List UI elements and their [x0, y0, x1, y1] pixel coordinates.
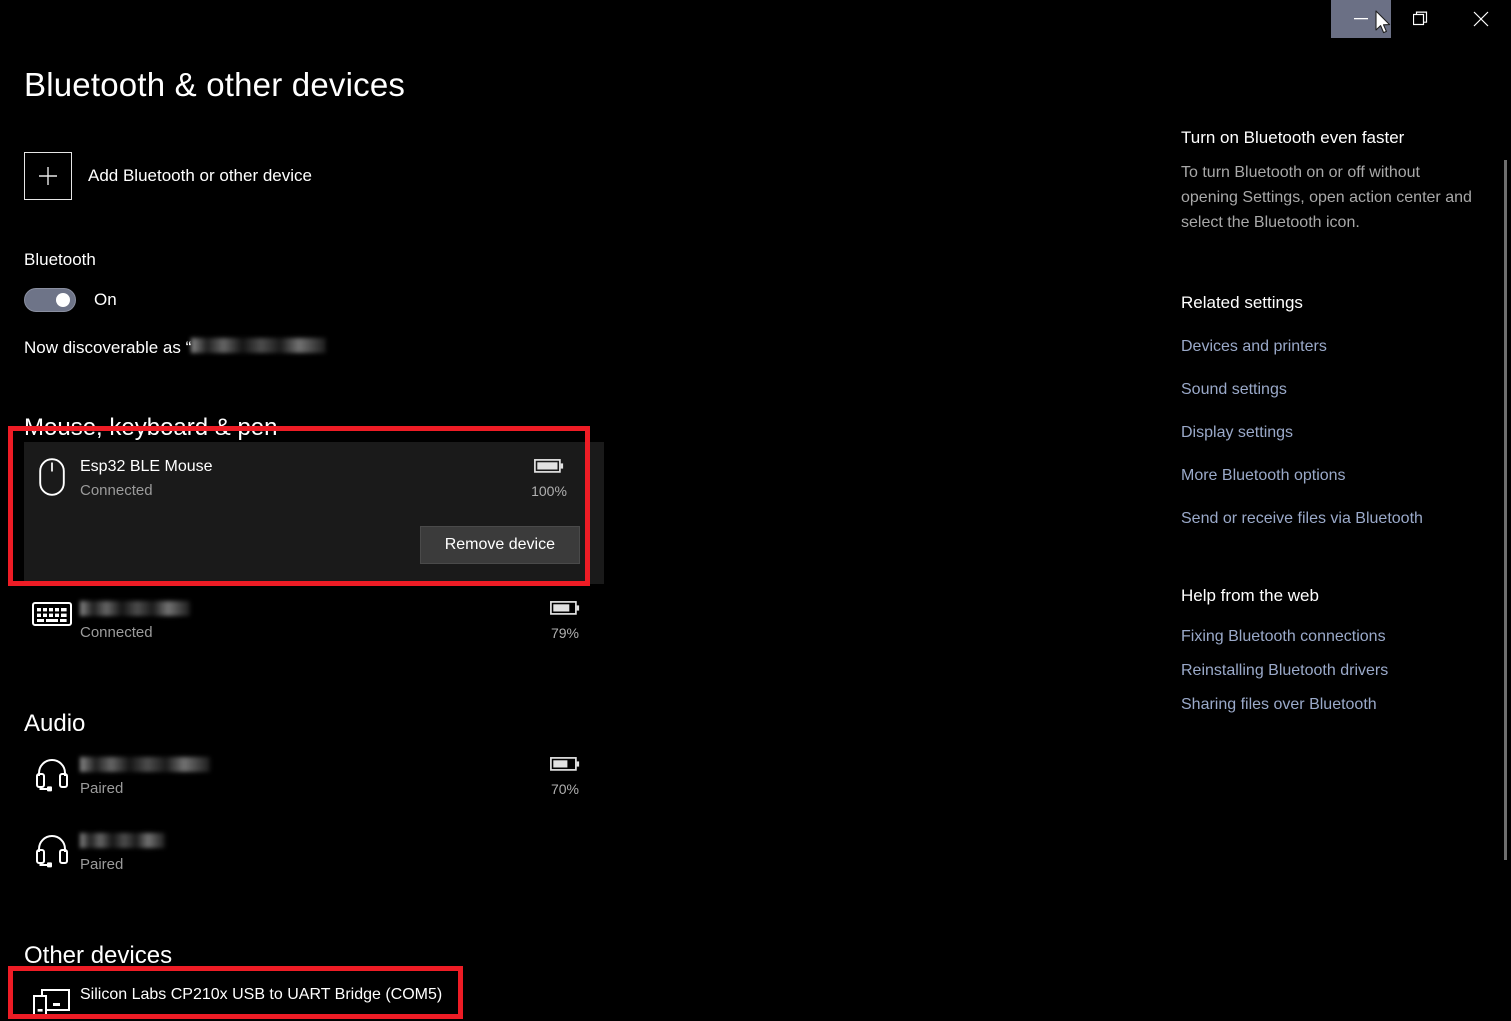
device-text-esp32: Esp32 BLE Mouse Connected: [80, 456, 510, 502]
link-fixing-bluetooth-connections[interactable]: Fixing Bluetooth connections: [1181, 628, 1491, 646]
group-heading-other-devices: Other devices: [24, 942, 173, 969]
bluetooth-toggle-row[interactable]: On: [24, 288, 1160, 312]
device-name-redacted: [80, 598, 526, 620]
group-heading-mouse-keyboard-pen: Mouse, keyboard & pen: [24, 414, 278, 441]
discoverable-text: Now discoverable as “: [24, 338, 1160, 358]
tip-heading: Turn on Bluetooth even faster: [1181, 128, 1405, 147]
close-icon: [1473, 11, 1489, 27]
plus-icon-box: [24, 152, 72, 200]
battery-percent: 79%: [550, 625, 580, 641]
device-status: Paired: [80, 780, 124, 797]
bluetooth-toggle-block: Bluetooth On Now discoverable as “: [24, 250, 1160, 358]
device-list-audio: Paired 70% Paired: [24, 738, 604, 890]
add-device-label: Add Bluetooth or other device: [88, 166, 312, 185]
link-sharing-files-over-bluetooth[interactable]: Sharing files over Bluetooth: [1181, 696, 1491, 714]
close-button[interactable]: [1451, 0, 1511, 38]
plus-icon: [39, 167, 57, 185]
redacted-device-name: [80, 833, 165, 849]
battery-indicator-esp32: 100%: [510, 456, 588, 499]
related-settings-heading: Related settings: [1181, 293, 1303, 312]
device-status: Connected: [80, 624, 153, 641]
device-status: Paired: [80, 856, 124, 873]
device-status: Connected: [80, 482, 153, 499]
scrollbar-thumb[interactable]: [1504, 160, 1507, 860]
battery-percent: 100%: [531, 483, 567, 499]
window-titlebar: [0, 0, 1511, 42]
device-list-other: Silicon Labs CP210x USB to UART Bridge (…: [24, 970, 604, 1021]
device-icon-keyboard: [24, 598, 80, 628]
battery-indicator-none: [526, 830, 604, 832]
device-name: Silicon Labs CP210x USB to UART Bridge (…: [80, 986, 443, 1003]
device-card-esp32-ble-mouse[interactable]: Esp32 BLE Mouse Connected 100% Remove de…: [24, 442, 604, 584]
device-text-cp210x: Silicon Labs CP210x USB to UART Bridge (…: [80, 984, 604, 1006]
minimize-icon: [1354, 18, 1368, 20]
tip-body: To turn Bluetooth on or off without open…: [1181, 164, 1472, 231]
device-list-mouse-keyboard-pen: Esp32 BLE Mouse Connected 100% Remove de…: [24, 442, 604, 656]
maximize-icon: [1413, 11, 1428, 26]
device-icon-headset: [24, 754, 80, 792]
maximize-button[interactable]: [1391, 0, 1451, 38]
devices-icon: [33, 989, 70, 1016]
link-sound-settings[interactable]: Sound settings: [1181, 381, 1491, 399]
bluetooth-toggle-switch[interactable]: [24, 288, 76, 312]
vertical-scrollbar[interactable]: [1499, 42, 1511, 1021]
device-icon-mouse: [24, 456, 80, 496]
headset-icon: [36, 835, 68, 868]
redacted-device-name: [80, 601, 190, 617]
device-name-redacted: [80, 830, 526, 852]
toggle-knob: [56, 293, 70, 307]
discoverable-prefix: Now discoverable as “: [24, 338, 192, 357]
device-row-cp210x[interactable]: Silicon Labs CP210x USB to UART Bridge (…: [24, 970, 604, 1021]
battery-indicator-keyboard: 79%: [526, 598, 604, 641]
mouse-icon: [39, 458, 65, 496]
battery-icon: [550, 757, 580, 771]
device-text-zeeaudio: Paired: [80, 830, 526, 876]
device-name: Esp32 BLE Mouse: [80, 458, 213, 475]
discoverable-device-name-redacted: [191, 338, 327, 353]
main-content: Bluetooth & other devices Add Bluetooth …: [0, 42, 1160, 1021]
link-send-or-receive-files[interactable]: Send or receive files via Bluetooth: [1181, 510, 1491, 528]
device-row-airpods[interactable]: Paired 70%: [24, 738, 604, 814]
add-bluetooth-device-button[interactable]: Add Bluetooth or other device: [24, 150, 444, 202]
minimize-button[interactable]: [1331, 0, 1391, 38]
settings-window: Bluetooth & other devices Add Bluetooth …: [0, 0, 1511, 1021]
device-name-redacted: [80, 754, 526, 776]
battery-icon: [550, 601, 580, 615]
help-from-web-heading: Help from the web: [1181, 586, 1319, 605]
device-text-airpods: Paired: [80, 754, 526, 800]
right-rail: Turn on Bluetooth even faster To turn Bl…: [1181, 42, 1491, 1021]
bluetooth-label: Bluetooth: [24, 250, 96, 269]
link-devices-and-printers[interactable]: Devices and printers: [1181, 338, 1491, 356]
device-row-keyboard[interactable]: Connected 79%: [24, 584, 604, 656]
remove-device-button[interactable]: Remove device: [419, 526, 580, 564]
battery-icon: [534, 459, 564, 473]
link-reinstalling-bluetooth-drivers[interactable]: Reinstalling Bluetooth drivers: [1181, 662, 1491, 680]
link-more-bluetooth-options[interactable]: More Bluetooth options: [1181, 467, 1491, 485]
device-row-zeeaudio[interactable]: Paired: [24, 814, 604, 890]
device-icon-headset: [24, 830, 80, 868]
device-icon-devices: [24, 984, 80, 1016]
keyboard-icon: [32, 602, 72, 626]
battery-percent: 70%: [550, 781, 580, 797]
redacted-device-name: [80, 757, 210, 773]
bluetooth-toggle-state: On: [94, 290, 117, 309]
device-text-keyboard: Connected: [80, 598, 526, 644]
headset-icon: [36, 759, 68, 792]
battery-indicator-airpods: 70%: [526, 754, 604, 797]
page-title: Bluetooth & other devices: [24, 66, 406, 103]
device-card-actions: Remove device: [24, 526, 588, 564]
group-heading-audio: Audio: [24, 710, 86, 737]
link-display-settings[interactable]: Display settings: [1181, 424, 1491, 442]
